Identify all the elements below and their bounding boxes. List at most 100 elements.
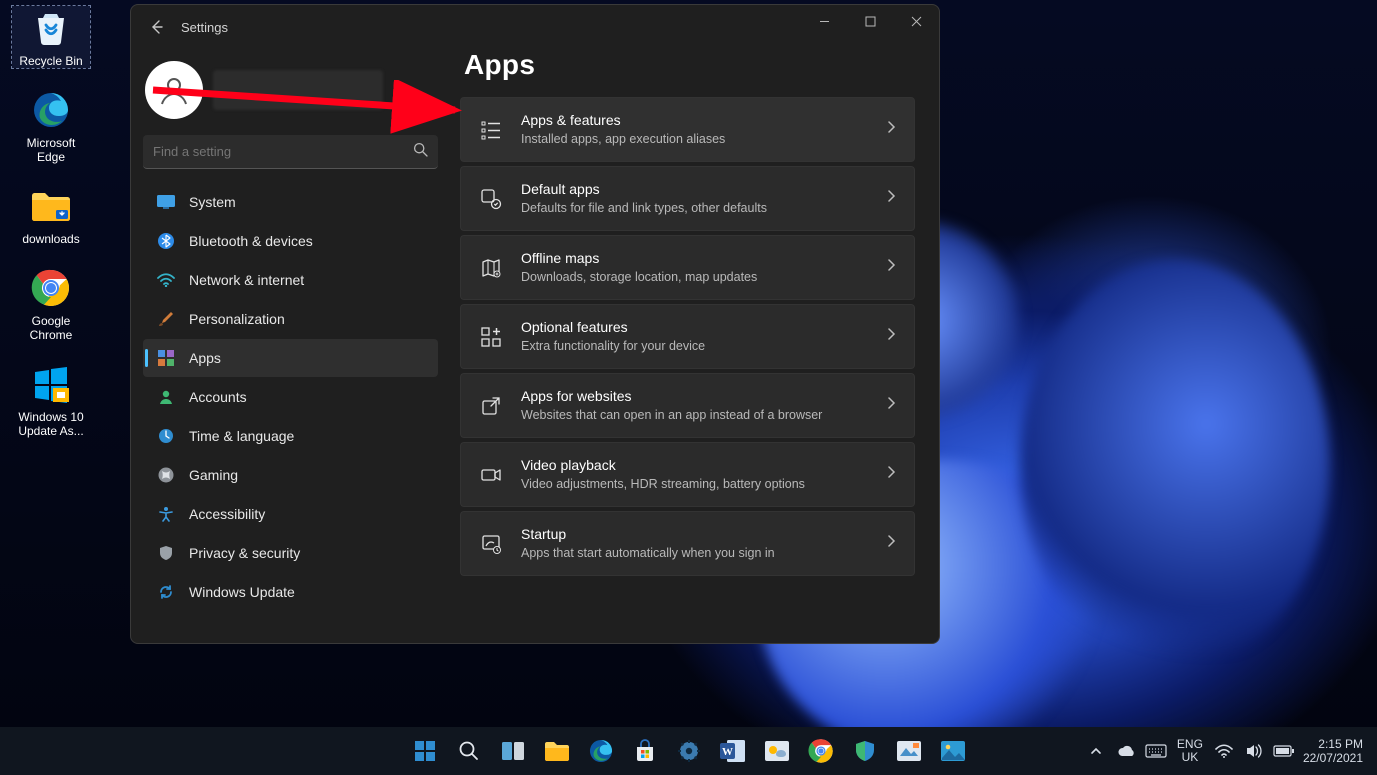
sidebar-item-accessibility[interactable]: Accessibility [143,495,438,533]
sidebar-nav: System Bluetooth & devices Network & int… [143,183,438,611]
chevron-right-icon [886,465,896,484]
tray-keyboard[interactable] [1145,735,1167,767]
back-button[interactable] [143,13,171,41]
snipping-icon [896,740,922,762]
desktop-icon-label: Microsoft Edge [12,136,90,164]
taskbar-security[interactable] [846,732,884,770]
search-input[interactable] [143,135,438,169]
search-box[interactable] [143,135,438,169]
taskbar-search[interactable] [450,732,488,770]
card-video-playback[interactable]: Video playbackVideo adjustments, HDR str… [460,442,915,507]
taskbar-explorer[interactable] [538,732,576,770]
close-icon [911,16,922,27]
volume-icon [1245,743,1263,759]
card-title: Offline maps [521,249,868,267]
chrome-icon [29,266,73,310]
desktop-icon-label: Windows 10 Update As... [12,410,90,438]
taskbar-store[interactable] [626,732,664,770]
edge-icon [29,88,73,132]
tray-clock[interactable]: 2:15 PM 22/07/2021 [1303,737,1367,765]
sidebar-item-privacy[interactable]: Privacy & security [143,534,438,572]
card-apps-features[interactable]: Apps & featuresInstalled apps, app execu… [460,97,915,162]
file-explorer-icon [544,740,570,762]
profile-row[interactable] [145,61,438,119]
card-offline-maps[interactable]: Offline mapsDownloads, storage location,… [460,235,915,300]
xbox-icon [157,466,175,484]
folder-icon [29,184,73,228]
card-subtitle: Extra functionality for your device [521,338,868,355]
tray-battery[interactable] [1273,735,1295,767]
sidebar-item-accounts[interactable]: Accounts [143,378,438,416]
desktop-icon-edge[interactable]: Microsoft Edge [12,88,90,164]
sidebar-item-label: Gaming [189,467,238,483]
default-apps-icon [479,188,503,210]
sidebar-item-time[interactable]: Time & language [143,417,438,455]
start-button[interactable] [406,732,444,770]
avatar [145,61,203,119]
sidebar-item-label: Accessibility [189,506,265,522]
battery-icon [1273,745,1295,757]
sidebar-item-personalization[interactable]: Personalization [143,300,438,338]
weather-icon [764,740,790,762]
tray-volume[interactable] [1243,735,1265,767]
keyboard-icon [1145,744,1167,758]
taskbar-photos[interactable] [934,732,972,770]
clock-date: 22/07/2021 [1303,751,1363,765]
maximize-button[interactable] [847,5,893,37]
desktop-icon-chrome[interactable]: Google Chrome [12,266,90,342]
edge-icon [588,738,614,764]
sidebar-item-apps[interactable]: Apps [143,339,438,377]
arrow-left-icon [149,19,165,35]
profile-name-redacted [213,70,383,110]
lang-bottom: UK [1177,751,1203,764]
sidebar-item-network[interactable]: Network & internet [143,261,438,299]
close-button[interactable] [893,5,939,37]
taskbar-edge[interactable] [582,732,620,770]
sidebar-item-system[interactable]: System [143,183,438,221]
taskbar-word[interactable]: W [714,732,752,770]
card-title: Apps & features [521,111,868,129]
photos-icon [940,740,966,762]
card-title: Optional features [521,318,868,336]
video-icon [479,464,503,486]
windows-update-icon [29,362,73,406]
desktop-icon-label: Google Chrome [12,314,90,342]
card-default-apps[interactable]: Default appsDefaults for file and link t… [460,166,915,231]
open-external-icon [479,395,503,417]
store-icon [633,739,657,763]
sidebar-item-update[interactable]: Windows Update [143,573,438,611]
person-icon [157,73,191,107]
desktop-icon-win10-update[interactable]: Windows 10 Update As... [12,362,90,438]
clock-time: 2:15 PM [1303,737,1363,751]
card-apps-websites[interactable]: Apps for websitesWebsites that can open … [460,373,915,438]
taskbar-snipping[interactable] [890,732,928,770]
desktop-icon-recycle-bin[interactable]: Recycle Bin [12,6,90,68]
sidebar-item-label: Time & language [189,428,294,444]
taskbar-taskview[interactable] [494,732,532,770]
gear-icon [677,739,701,763]
svg-text:W: W [722,746,733,758]
tray-onedrive[interactable] [1115,735,1137,767]
desktop-icon-downloads[interactable]: downloads [12,184,90,246]
tray-overflow[interactable] [1085,735,1107,767]
taskbar-settings[interactable] [670,732,708,770]
card-startup[interactable]: StartupApps that start automatically whe… [460,511,915,576]
card-subtitle: Apps that start automatically when you s… [521,545,868,562]
accessibility-icon [157,505,175,523]
chevron-right-icon [886,120,896,139]
taskbar-chrome[interactable] [802,732,840,770]
taskbar-weather[interactable] [758,732,796,770]
desktop-icon-label: downloads [22,232,79,246]
minimize-button[interactable] [801,5,847,37]
tray-language[interactable]: ENGUK [1175,738,1205,764]
chevron-right-icon [886,396,896,415]
sidebar-item-bluetooth[interactable]: Bluetooth & devices [143,222,438,260]
tray-wifi[interactable] [1213,735,1235,767]
card-optional-features[interactable]: Optional features Extra functionality for… [460,304,915,369]
sidebar-item-gaming[interactable]: Gaming [143,456,438,494]
desktop-icons: Recycle Bin Microsoft Edge downloads Goo… [3,6,99,438]
sidebar-item-label: Accounts [189,389,247,405]
brush-icon [157,310,175,328]
taskbar: W ENGUK 2:15 PM 22/07/2021 [0,727,1377,775]
wifi-icon [1215,744,1233,758]
